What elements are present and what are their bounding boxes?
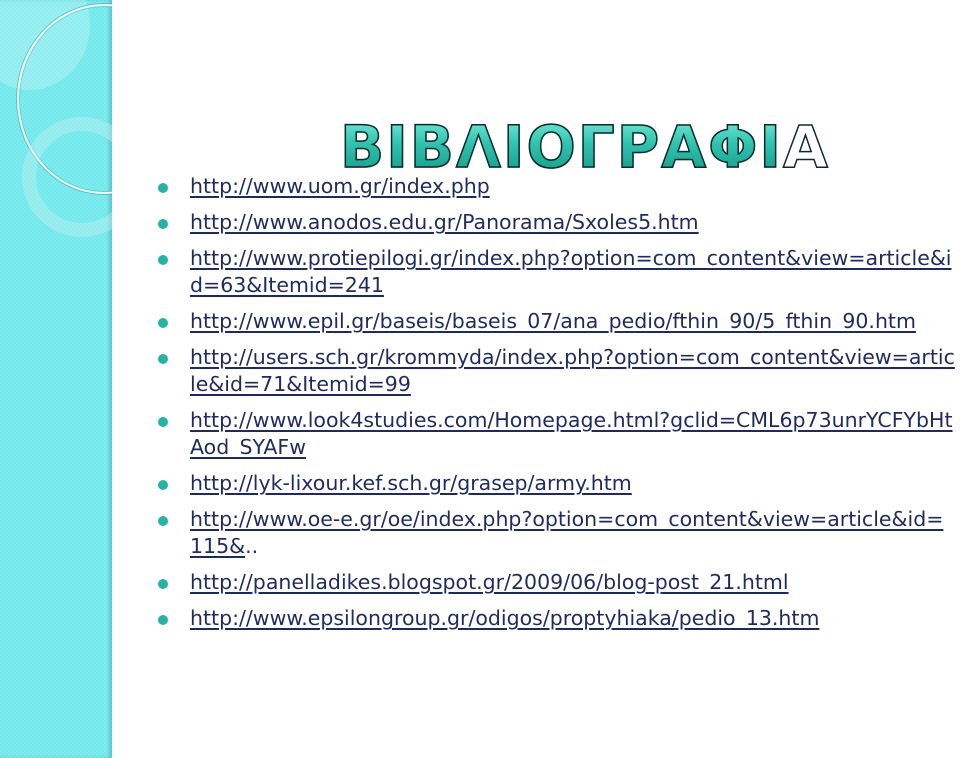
- reference-link[interactable]: http://users.sch.gr/krommyda/index.php?o…: [190, 345, 955, 396]
- bullet-icon: [158, 516, 168, 526]
- reference-item: http://www.anodos.edu.gr/Panorama/Sxoles…: [155, 209, 955, 236]
- bullet-icon: [158, 480, 168, 490]
- bullet-icon: [158, 255, 168, 265]
- reference-link[interactable]: http://www.anodos.edu.gr/Panorama/Sxoles…: [190, 210, 699, 234]
- bullet-icon: [158, 219, 168, 229]
- reference-item: http://www.uom.gr/index.php: [155, 173, 955, 200]
- reference-item: http://panelladikes.blogspot.gr/2009/06/…: [155, 569, 955, 596]
- reference-link[interactable]: http://www.oe-e.gr/oe/index.php?option=c…: [190, 507, 943, 558]
- reference-item: http://www.oe-e.gr/oe/index.php?option=c…: [155, 506, 955, 560]
- reference-item: http://users.sch.gr/krommyda/index.php?o…: [155, 344, 955, 398]
- reference-item: http://www.look4studies.com/Homepage.htm…: [155, 407, 955, 461]
- bullet-icon: [158, 615, 168, 625]
- reference-link[interactable]: http://panelladikes.blogspot.gr/2009/06/…: [190, 570, 789, 594]
- bullet-icon: [158, 354, 168, 364]
- reference-link[interactable]: http://www.look4studies.com/Homepage.htm…: [190, 408, 953, 459]
- reference-list: http://www.uom.gr/index.php http://www.a…: [155, 173, 955, 641]
- reference-item: http://lyk-lixour.kef.sch.gr/grasep/army…: [155, 470, 955, 497]
- bullet-icon: [158, 183, 168, 193]
- bullet-icon: [158, 579, 168, 589]
- reference-item: http://www.protiepilogi.gr/index.php?opt…: [155, 245, 955, 299]
- reference-link[interactable]: http://www.epsilongroup.gr/odigos/propty…: [190, 606, 819, 630]
- reference-tail: ..: [245, 534, 259, 558]
- reference-link[interactable]: http://lyk-lixour.kef.sch.gr/grasep/army…: [190, 471, 632, 495]
- decorative-side-panel: [0, 0, 112, 758]
- bullet-icon: [158, 417, 168, 427]
- bullet-icon: [158, 318, 168, 328]
- reference-item: http://www.epsilongroup.gr/odigos/propty…: [155, 605, 955, 632]
- reference-item: http://www.epil.gr/baseis/baseis_07/ana_…: [155, 308, 955, 335]
- reference-link[interactable]: http://www.protiepilogi.gr/index.php?opt…: [190, 246, 952, 297]
- reference-link[interactable]: http://www.uom.gr/index.php: [190, 174, 490, 198]
- reference-link[interactable]: http://www.epil.gr/baseis/baseis_07/ana_…: [190, 309, 916, 333]
